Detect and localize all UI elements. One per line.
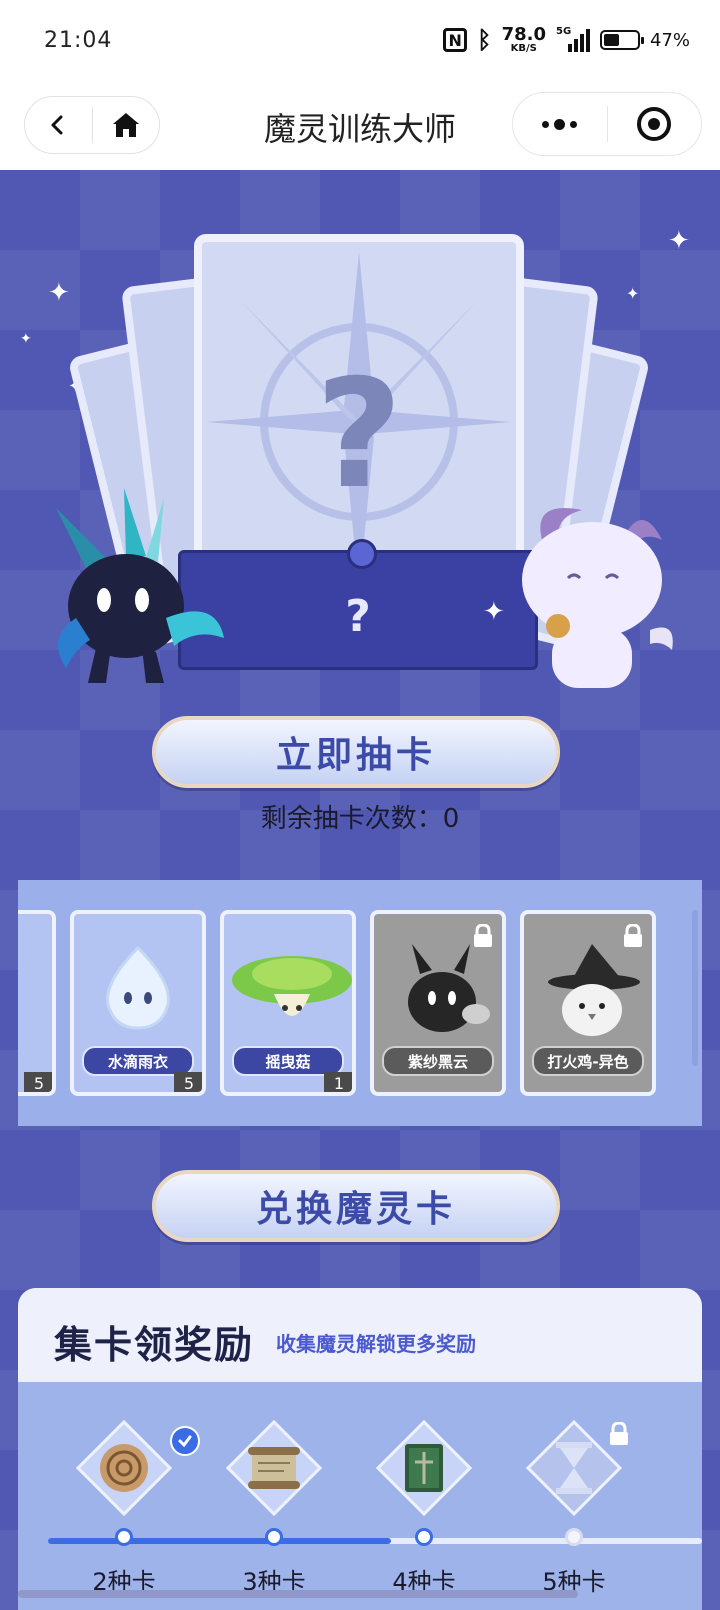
target-close-icon xyxy=(637,107,672,141)
card-name-label: 紫纱黑云 xyxy=(382,1046,494,1076)
status-time: 21:04 xyxy=(44,28,113,53)
creature-card[interactable]: 摇曳菇 1 xyxy=(220,910,356,1096)
card-count-badge: 5 xyxy=(174,1072,202,1092)
card-count-badge: 1 xyxy=(324,1072,352,1092)
battery-icon xyxy=(599,30,644,50)
network-type: 5G xyxy=(555,26,572,37)
bluetooth-icon: ᛒ xyxy=(477,26,492,54)
envelope-clasp xyxy=(347,539,377,569)
strip-scrollbar[interactable] xyxy=(692,910,698,1066)
home-indicator xyxy=(18,1590,578,1598)
card-name-label: 打火鸡-异色 xyxy=(532,1046,644,1076)
dark-cloud-creature-image xyxy=(408,944,490,1032)
mini-program-capsule xyxy=(512,92,702,156)
card-count-badge: 5 xyxy=(24,1072,52,1092)
reward-item-3[interactable] xyxy=(225,1419,323,1517)
card-collection-strip[interactable]: 5 水滴雨衣 5 摇曳菇 1 紫纱黑云 打火鸡-异色 xyxy=(18,880,702,1126)
reward-progress-fill xyxy=(48,1538,392,1544)
card-draw-hero: ? ? ✦ xyxy=(0,170,720,710)
progress-node xyxy=(415,1528,433,1546)
hourglass-icon xyxy=(556,1442,592,1494)
more-icon xyxy=(542,118,578,130)
reward-item-2[interactable] xyxy=(75,1419,173,1517)
collection-reward-panel: 集卡领奖励 收集魔灵解锁更多奖励 2种卡 3种卡 4种卡 5种卡 xyxy=(18,1288,702,1610)
mystery-question-mark: ? xyxy=(315,348,403,522)
reward-progress-track xyxy=(48,1538,702,1544)
close-miniprogram-button[interactable] xyxy=(608,93,702,155)
nav-bar: 魔灵训练大师 xyxy=(0,84,720,170)
white-goat-creature-image xyxy=(522,508,673,688)
network-speed-value: 78.0 xyxy=(501,24,546,45)
progress-node xyxy=(115,1528,133,1546)
more-button[interactable] xyxy=(513,93,607,155)
book-icon xyxy=(405,1444,443,1492)
creature-card[interactable]: 水滴雨衣 5 xyxy=(70,910,206,1096)
reward-item-4[interactable] xyxy=(375,1419,473,1517)
creature-card[interactable]: 5 xyxy=(18,910,56,1096)
draw-card-button[interactable]: 立即抽卡 xyxy=(152,716,560,788)
shield-icon xyxy=(100,1444,148,1492)
status-bar: 21:04 N ᛒ 78.0 KB/S 5G 47% xyxy=(0,0,720,84)
creature-card-locked[interactable]: 打火鸡-异色 xyxy=(520,910,656,1096)
signal-icon: 5G xyxy=(555,26,590,52)
creature-card-locked[interactable]: 紫纱黑云 xyxy=(370,910,506,1096)
mushroom-creature-image xyxy=(232,956,352,1016)
main-content: ✦ ✦ ✦ ✦ ✦ ? ? ✦ xyxy=(0,170,720,1610)
remaining-draws-text: 剩余抽卡次数：0 xyxy=(260,804,460,834)
scroll-icon xyxy=(248,1447,300,1489)
reward-header: 集卡领奖励 收集魔灵解锁更多奖励 xyxy=(18,1288,702,1382)
lock-icon xyxy=(610,1422,628,1445)
water-drop-creature-image xyxy=(106,945,170,1030)
sparkle-icon: ✦ xyxy=(483,597,505,627)
battery-percent: 47% xyxy=(649,29,690,51)
claimed-check-icon xyxy=(170,1426,200,1456)
progress-node xyxy=(565,1528,583,1546)
exchange-card-button[interactable]: 兑换魔灵卡 xyxy=(152,1170,560,1242)
dark-rabbit-creature-image xyxy=(56,488,224,683)
reward-title: 集卡领奖励 xyxy=(54,1323,255,1367)
nfc-icon: N xyxy=(443,28,468,52)
network-speed-unit: KB/S xyxy=(510,43,537,54)
network-speed: 78.0 KB/S xyxy=(502,26,546,54)
reward-subtitle: 收集魔灵解锁更多奖励 xyxy=(276,1332,476,1356)
progress-node xyxy=(265,1528,283,1546)
reward-item-5[interactable] xyxy=(525,1419,623,1517)
witch-chicken-creature-image xyxy=(548,944,640,1036)
